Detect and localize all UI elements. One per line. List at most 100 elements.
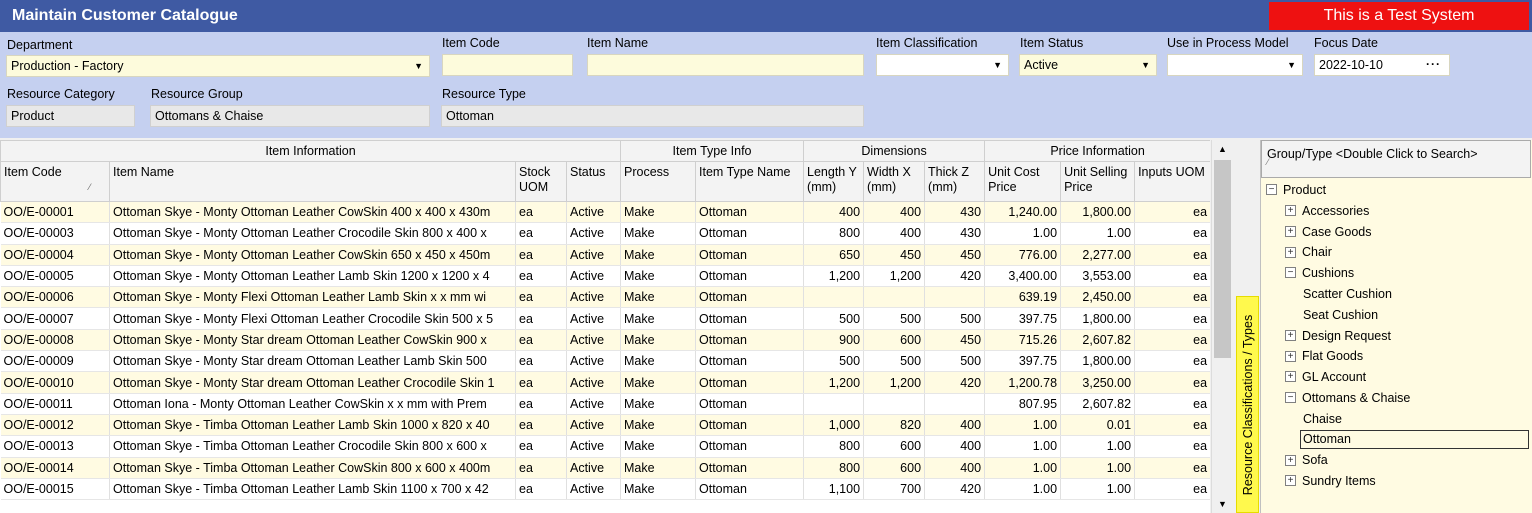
table-cell[interactable]: Ottoman: [695, 201, 805, 224]
tree-node[interactable]: + Chair: [1285, 242, 1332, 262]
table-cell[interactable]: Ottoman: [695, 457, 805, 479]
table-cell[interactable]: Make: [620, 393, 697, 415]
table-cell[interactable]: Ottoman: [695, 414, 805, 437]
table-cell[interactable]: Ottoman Skye - Monty Star dream Ottoman …: [109, 329, 516, 352]
tree-node[interactable]: Seat Cushion: [1303, 305, 1378, 325]
table-cell[interactable]: Active: [566, 307, 622, 330]
tree-node[interactable]: + Case Goods: [1285, 222, 1371, 242]
table-cell[interactable]: OO/E-00006: [0, 286, 110, 309]
table-cell[interactable]: Ottoman Skye - Monty Star dream Ottoman …: [109, 350, 516, 373]
table-cell[interactable]: 2,607.82: [1060, 393, 1136, 415]
scroll-thumb[interactable]: [1214, 160, 1231, 358]
expand-icon[interactable]: +: [1285, 225, 1296, 237]
table-cell[interactable]: 700: [863, 478, 926, 501]
table-cell[interactable]: Ottoman Skye - Monty Ottoman Leather Lam…: [109, 265, 516, 288]
table-cell[interactable]: Active: [566, 201, 622, 224]
table-cell[interactable]: Make: [620, 350, 697, 373]
table-cell[interactable]: Make: [620, 201, 697, 224]
table-cell[interactable]: 1.00: [984, 457, 1062, 479]
column-header-thick[interactable]: Thick Z (mm): [924, 161, 986, 202]
table-cell[interactable]: [863, 393, 926, 415]
table-cell[interactable]: Ottoman: [695, 393, 805, 415]
table-cell[interactable]: 1,800.00: [1060, 307, 1136, 330]
column-header-length[interactable]: Length Y (mm): [803, 161, 865, 202]
table-row[interactable]: OO/E-00006 Ottoman Skye - Monty Flexi Ott…: [0, 286, 1210, 309]
table-cell[interactable]: Make: [620, 414, 697, 437]
table-cell[interactable]: 420: [924, 478, 986, 501]
table-cell[interactable]: ea: [515, 371, 567, 394]
table-cell[interactable]: 3,400.00: [984, 265, 1062, 288]
ellipsis-icon[interactable]: ···: [1426, 55, 1441, 74]
table-cell[interactable]: Ottoman Skye - Monty Flexi Ottoman Leath…: [109, 286, 516, 309]
table-cell[interactable]: Ottoman Skye - Timba Ottoman Leather Lam…: [109, 414, 516, 437]
table-cell[interactable]: OO/E-00005: [0, 265, 110, 288]
table-row[interactable]: OO/E-00009 Ottoman Skye - Monty Star drea…: [0, 350, 1210, 373]
table-cell[interactable]: 0.01: [1060, 414, 1136, 437]
expand-icon[interactable]: +: [1285, 371, 1296, 383]
table-cell[interactable]: ea: [515, 393, 567, 415]
table-cell[interactable]: 1,240.00: [984, 201, 1062, 224]
column-header-unit-cost[interactable]: Unit Cost Price: [984, 161, 1062, 202]
table-cell[interactable]: 1.00: [1060, 478, 1136, 501]
column-header-stock-uom[interactable]: Stock UOM: [515, 161, 567, 202]
tree-node[interactable]: + Sofa: [1285, 450, 1328, 470]
table-cell[interactable]: 1,800.00: [1060, 350, 1136, 373]
table-cell[interactable]: Make: [620, 371, 697, 394]
table-cell[interactable]: 900: [803, 329, 865, 352]
table-cell[interactable]: 397.75: [984, 350, 1062, 373]
table-cell[interactable]: 800: [803, 222, 865, 245]
table-cell[interactable]: 420: [924, 265, 986, 288]
table-cell[interactable]: Active: [566, 393, 622, 415]
table-row[interactable]: OO/E-00013 Ottoman Skye - Timba Ottoman L…: [0, 435, 1210, 458]
table-cell[interactable]: OO/E-00007: [0, 307, 110, 330]
table-cell[interactable]: Make: [620, 329, 697, 352]
table-cell[interactable]: Ottoman: [695, 307, 805, 330]
table-cell[interactable]: OO/E-00010: [0, 371, 110, 394]
expand-icon[interactable]: +: [1285, 454, 1296, 466]
table-cell[interactable]: Ottoman Skye - Timba Ottoman Leather Lam…: [109, 478, 516, 501]
table-cell[interactable]: Active: [566, 222, 622, 245]
column-header-inputs-uom[interactable]: Inputs UOM: [1134, 161, 1210, 202]
table-cell[interactable]: 1,200.78: [984, 371, 1062, 394]
table-cell[interactable]: 639.19: [984, 286, 1062, 309]
table-cell[interactable]: 500: [924, 307, 986, 330]
table-cell[interactable]: ea: [1134, 222, 1210, 245]
table-cell[interactable]: 807.95: [984, 393, 1062, 415]
table-cell[interactable]: Ottoman Iona - Monty Ottoman Leather Cow…: [109, 393, 516, 415]
table-row[interactable]: OO/E-00011 Ottoman Iona - Monty Ottoman L…: [0, 393, 1210, 415]
column-header-status[interactable]: Status: [565, 161, 622, 202]
table-cell[interactable]: Ottoman: [695, 244, 805, 266]
table-cell[interactable]: OO/E-00008: [0, 329, 110, 352]
table-cell[interactable]: 600: [863, 457, 926, 479]
table-cell[interactable]: Make: [620, 222, 697, 245]
table-row[interactable]: OO/E-00001 Ottoman Skye - Monty Ottoman L…: [0, 201, 1210, 224]
table-cell[interactable]: Ottoman: [695, 265, 805, 288]
table-cell[interactable]: ea: [515, 457, 567, 479]
table-cell[interactable]: Ottoman Skye - Monty Star dream Ottoman …: [109, 371, 516, 394]
table-cell[interactable]: 820: [863, 414, 926, 437]
table-cell[interactable]: Ottoman Skye - Monty Ottoman Leather Cow…: [109, 201, 516, 224]
table-cell[interactable]: 400: [803, 201, 865, 224]
table-cell[interactable]: [924, 286, 986, 309]
tree-node[interactable]: − Ottomans & Chaise: [1285, 388, 1410, 408]
process-model-select[interactable]: ▼: [1167, 54, 1303, 76]
table-cell[interactable]: Make: [620, 435, 697, 458]
scroll-up-icon[interactable]: ▲: [1212, 140, 1233, 158]
table-cell[interactable]: ea: [515, 329, 567, 352]
table-cell[interactable]: ea: [515, 265, 567, 288]
table-cell[interactable]: Make: [620, 307, 697, 330]
table-cell[interactable]: Active: [566, 329, 622, 352]
table-cell[interactable]: Make: [620, 286, 697, 309]
table-cell[interactable]: ea: [515, 244, 567, 266]
table-cell[interactable]: Ottoman: [695, 478, 805, 501]
tree-node[interactable]: + Sundry Items: [1285, 471, 1376, 491]
table-cell[interactable]: 600: [863, 329, 926, 352]
table-cell[interactable]: 1.00: [984, 414, 1062, 437]
table-cell[interactable]: 2,277.00: [1060, 244, 1136, 266]
table-cell[interactable]: ea: [515, 350, 567, 373]
table-cell[interactable]: ea: [515, 201, 567, 224]
table-cell[interactable]: 1.00: [984, 478, 1062, 501]
table-cell[interactable]: OO/E-00015: [0, 478, 110, 501]
table-cell[interactable]: OO/E-00001: [0, 201, 110, 224]
table-cell[interactable]: Ottoman: [695, 286, 805, 309]
